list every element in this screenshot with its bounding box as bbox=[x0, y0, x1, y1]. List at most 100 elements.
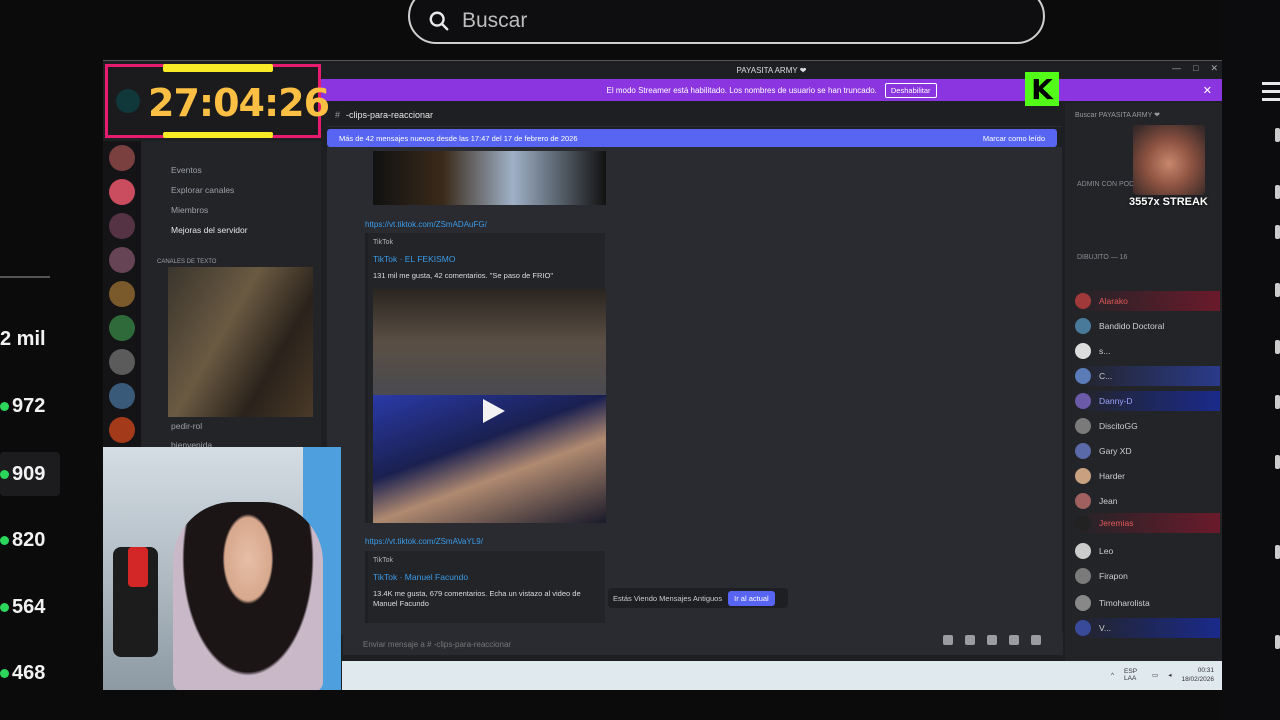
member-item[interactable]: Gary XD bbox=[1075, 441, 1220, 461]
gif-icon[interactable] bbox=[965, 635, 975, 645]
viewer-count[interactable]: 468 bbox=[0, 662, 78, 685]
mark-read-button[interactable]: Marcar como leído bbox=[983, 134, 1045, 143]
sidebar-item-members[interactable]: Miembros bbox=[171, 205, 208, 215]
embed-source: TikTok bbox=[373, 239, 393, 246]
search-icon bbox=[429, 11, 449, 31]
member-name: Timoharolista bbox=[1099, 598, 1150, 608]
tray-chevron-icon[interactable]: ^ bbox=[1111, 672, 1114, 679]
video-thumbnail[interactable] bbox=[373, 151, 606, 205]
clock[interactable]: 00:31 18/02/2026 bbox=[1181, 666, 1214, 684]
sidebar-item-events[interactable]: Eventos bbox=[171, 165, 202, 175]
video-thumbnail[interactable] bbox=[373, 289, 606, 395]
streamer-mode-banner: El modo Streamer está habilitado. Los no… bbox=[321, 79, 1222, 101]
avatar bbox=[1075, 468, 1091, 484]
member-item[interactable]: Bandido Doctoral bbox=[1075, 316, 1220, 336]
windows-taskbar: ^ ESP LAA ▭ ◂ 00:31 18/02/2026 bbox=[342, 661, 1222, 690]
viewer-count[interactable]: 972 bbox=[0, 395, 78, 418]
embed-description: 131 mil me gusta, 42 comentarios. "Se pa… bbox=[373, 271, 553, 280]
member-item[interactable]: Jeremias bbox=[1075, 513, 1220, 533]
jump-to-present-button[interactable]: Ir al actual bbox=[728, 590, 775, 606]
member-item[interactable]: Leo bbox=[1075, 541, 1220, 561]
streak-label: 3557x STREAK bbox=[1129, 196, 1208, 208]
microphone-icon bbox=[113, 547, 158, 657]
live-dot-icon bbox=[0, 469, 9, 479]
viewer-count[interactable]: 820 bbox=[0, 529, 78, 552]
member-item[interactable]: C... bbox=[1075, 366, 1220, 386]
embed-source: TikTok bbox=[373, 557, 393, 564]
server-icon[interactable] bbox=[109, 315, 135, 341]
right-edge-mark bbox=[1275, 225, 1280, 239]
close-icon[interactable]: ✕ bbox=[1210, 63, 1218, 74]
sidebar-item-boosts[interactable]: Mejoras del servidor bbox=[171, 225, 248, 235]
server-icon[interactable] bbox=[109, 417, 135, 443]
search-placeholder: Buscar bbox=[462, 9, 528, 32]
server-icon[interactable] bbox=[109, 179, 135, 205]
member-name: Leo bbox=[1099, 546, 1114, 556]
clock-date: 18/02/2026 bbox=[1181, 676, 1214, 683]
right-edge-mark bbox=[1275, 283, 1280, 297]
search-bar[interactable]: Buscar bbox=[408, 0, 1045, 44]
language-indicator[interactable]: ESP LAA bbox=[1124, 668, 1142, 682]
viewer-count[interactable]: 909 bbox=[0, 452, 60, 496]
volume-icon[interactable]: ◂ bbox=[1168, 671, 1171, 679]
new-messages-bar[interactable]: Más de 42 mensajes nuevos desde las 17:4… bbox=[327, 129, 1057, 147]
embed-title[interactable]: TikTok · EL FEKISMO bbox=[373, 254, 456, 264]
old-messages-text: Estás Viendo Mensajes Antiguos bbox=[613, 593, 723, 603]
window-title: PAYASITA ARMY ❤ bbox=[736, 65, 807, 75]
timer-accent-top bbox=[163, 64, 273, 72]
maximize-icon[interactable]: □ bbox=[1193, 63, 1198, 74]
member-item[interactable]: DiscitoGG bbox=[1075, 416, 1220, 436]
timer-accent-bottom bbox=[163, 132, 273, 138]
sidebar-item-explore[interactable]: Explorar canales bbox=[171, 185, 234, 195]
avatar bbox=[1075, 318, 1091, 334]
close-banner-icon[interactable]: ✕ bbox=[1203, 84, 1212, 97]
member-name: Jean bbox=[1099, 496, 1118, 506]
server-icon[interactable] bbox=[109, 145, 135, 171]
menu-icon[interactable] bbox=[1262, 82, 1280, 104]
server-icon[interactable] bbox=[109, 213, 135, 239]
member-name: Bandido Doctoral bbox=[1099, 321, 1165, 331]
disable-button[interactable]: Deshabilitar bbox=[884, 82, 937, 98]
member-item[interactable]: V... bbox=[1075, 618, 1220, 638]
sticker-icon[interactable] bbox=[987, 635, 997, 645]
emoji-icon[interactable] bbox=[1009, 635, 1019, 645]
viewer-count-value: 564 bbox=[12, 596, 46, 618]
channel-header: # -clips-para-reaccionar bbox=[327, 103, 1062, 127]
partial-row-divider bbox=[0, 276, 50, 278]
member-item[interactable]: Alarako bbox=[1075, 291, 1220, 311]
member-item[interactable]: Jean bbox=[1075, 491, 1220, 511]
viewer-count-value: 2 mil bbox=[0, 328, 46, 350]
banner-text: El modo Streamer está habilitado. Los no… bbox=[606, 85, 877, 95]
server-icon[interactable] bbox=[109, 281, 135, 307]
member-item[interactable]: Firapon bbox=[1075, 566, 1220, 586]
avatar bbox=[1075, 368, 1091, 384]
member-item[interactable]: s... bbox=[1075, 341, 1220, 361]
member-name: DiscitoGG bbox=[1099, 421, 1138, 431]
play-icon[interactable] bbox=[471, 391, 511, 431]
embed-title[interactable]: TikTok · Manuel Facundo bbox=[373, 572, 468, 582]
network-icon[interactable]: ▭ bbox=[1152, 671, 1158, 679]
member-item[interactable]: Danny-D bbox=[1075, 391, 1220, 411]
viewer-count-value: 468 bbox=[12, 662, 46, 684]
tiktok-link[interactable]: https://vt.tiktok.com/ZSmADAuFG/ bbox=[365, 220, 487, 229]
viewer-count[interactable]: 564 bbox=[0, 596, 78, 619]
tiktok-link[interactable]: https://vt.tiktok.com/ZSmAVaYL9/ bbox=[365, 537, 483, 546]
viewer-count[interactable]: 2 mil bbox=[0, 328, 78, 351]
server-icon[interactable] bbox=[109, 247, 135, 273]
clock-time: 00:31 bbox=[1197, 667, 1214, 674]
member-name: Harder bbox=[1099, 471, 1125, 481]
member-search[interactable]: Buscar PAYASITA ARMY ❤ bbox=[1075, 111, 1160, 119]
viewer-list: 2 mil 972 909 820 564 468 bbox=[0, 0, 80, 720]
server-icon[interactable] bbox=[109, 349, 135, 375]
channel-pedir-rol[interactable]: pedir-rol bbox=[171, 421, 202, 431]
minimize-icon[interactable]: — bbox=[1172, 63, 1181, 74]
avatar bbox=[1075, 418, 1091, 434]
avatar bbox=[1075, 293, 1091, 309]
apps-icon[interactable] bbox=[1031, 635, 1041, 645]
member-item[interactable]: Harder bbox=[1075, 466, 1220, 486]
streak-face-image bbox=[1133, 125, 1205, 195]
member-item[interactable]: Timoharolista bbox=[1075, 593, 1220, 613]
server-icon[interactable] bbox=[109, 383, 135, 409]
hash-icon: # bbox=[335, 109, 341, 120]
gift-icon[interactable] bbox=[943, 635, 953, 645]
